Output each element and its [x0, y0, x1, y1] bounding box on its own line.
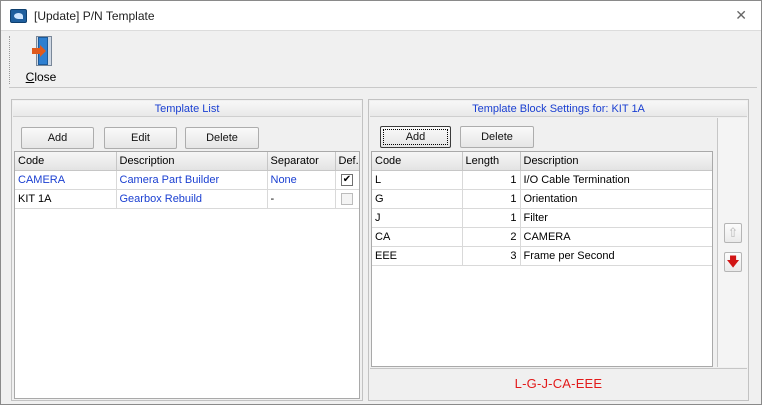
title-bar: [Update] P/N Template ✕: [1, 1, 761, 31]
column-header-length[interactable]: Length: [462, 152, 521, 171]
window-close-icon[interactable]: ✕: [735, 7, 747, 24]
cell-code[interactable]: G: [372, 189, 463, 209]
template-add-button[interactable]: Add: [21, 127, 94, 149]
template-edit-button[interactable]: Edit: [104, 127, 177, 149]
cell-length[interactable]: 1: [462, 189, 521, 209]
default-checkbox[interactable]: [341, 192, 353, 205]
template-list-panel: Template List Add Edit Delete Code Descr…: [11, 99, 363, 401]
cell-description[interactable]: Frame per Second: [520, 246, 712, 266]
cell-length[interactable]: 1: [462, 170, 521, 190]
default-checkbox[interactable]: ✔: [341, 173, 353, 186]
close-button-label: Close: [25, 70, 57, 84]
cell-separator[interactable]: -: [267, 189, 336, 209]
block-settings-header: Template Block Settings for: KIT 1A: [370, 101, 747, 117]
cell-description[interactable]: Camera Part Builder: [116, 170, 268, 190]
exit-door-icon: [32, 36, 52, 66]
table-row[interactable]: CAMERA Camera Part Builder None ✔: [15, 170, 359, 190]
window-title: [Update] P/N Template: [34, 9, 155, 23]
table-row[interactable]: J 1 Filter: [372, 208, 712, 228]
cell-description[interactable]: CAMERA: [520, 227, 712, 247]
table-row[interactable]: KIT 1A Gearbox Rebuild -: [15, 189, 359, 209]
reorder-column: ⇧ 🡇: [717, 118, 748, 367]
pn-template-window: [Update] P/N Template ✕ Close Template L…: [0, 0, 762, 405]
cell-length[interactable]: 1: [462, 208, 521, 228]
cell-description[interactable]: Gearbox Rebuild: [116, 189, 268, 209]
cell-default[interactable]: ✔: [335, 170, 359, 190]
table-row[interactable]: EEE 3 Frame per Second: [372, 246, 712, 266]
cell-code[interactable]: CAMERA: [15, 170, 117, 190]
cell-default[interactable]: [335, 189, 359, 209]
toolbar-grip[interactable]: [9, 36, 13, 84]
block-add-button[interactable]: Add: [380, 126, 451, 148]
move-down-icon[interactable]: 🡇: [724, 252, 742, 272]
cell-description[interactable]: Filter: [520, 208, 712, 228]
cell-length[interactable]: 3: [462, 246, 521, 266]
app-logo-icon: [10, 9, 27, 23]
column-header-description[interactable]: Description: [116, 152, 268, 171]
column-header-code[interactable]: Code: [15, 152, 117, 171]
template-list-grid: Code Description Separator Def. CAMERA C…: [14, 151, 360, 399]
column-header-code[interactable]: Code: [372, 152, 463, 171]
cell-description[interactable]: Orientation: [520, 189, 712, 209]
column-header-description[interactable]: Description: [520, 152, 712, 171]
cell-code[interactable]: EEE: [372, 246, 463, 266]
column-header-default[interactable]: Def.: [335, 152, 359, 171]
move-up-icon[interactable]: ⇧: [724, 223, 742, 243]
block-settings-header-row: Code Length Description: [372, 152, 712, 171]
block-settings-panel: Template Block Settings for: KIT 1A Add …: [368, 99, 749, 401]
table-row[interactable]: G 1 Orientation: [372, 189, 712, 209]
table-row[interactable]: L 1 I/O Cable Termination: [372, 170, 712, 190]
column-header-separator[interactable]: Separator: [267, 152, 336, 171]
cell-separator[interactable]: None: [267, 170, 336, 190]
toolbar: Close: [9, 32, 757, 88]
cell-code[interactable]: J: [372, 208, 463, 228]
block-delete-button[interactable]: Delete: [460, 126, 534, 148]
cell-code[interactable]: L: [372, 170, 463, 190]
cell-length[interactable]: 2: [462, 227, 521, 247]
pn-preview: L-G-J-CA-EEE: [370, 368, 747, 399]
template-list-header: Template List: [13, 101, 361, 117]
cell-code[interactable]: CA: [372, 227, 463, 247]
block-settings-grid: Code Length Description L 1 I/O Cable Te…: [371, 151, 713, 367]
cell-description[interactable]: I/O Cable Termination: [520, 170, 712, 190]
close-button[interactable]: Close: [21, 34, 61, 86]
cell-code[interactable]: KIT 1A: [15, 189, 117, 209]
template-delete-button[interactable]: Delete: [185, 127, 259, 149]
template-list-header-row: Code Description Separator Def.: [15, 152, 359, 171]
table-row[interactable]: CA 2 CAMERA: [372, 227, 712, 247]
